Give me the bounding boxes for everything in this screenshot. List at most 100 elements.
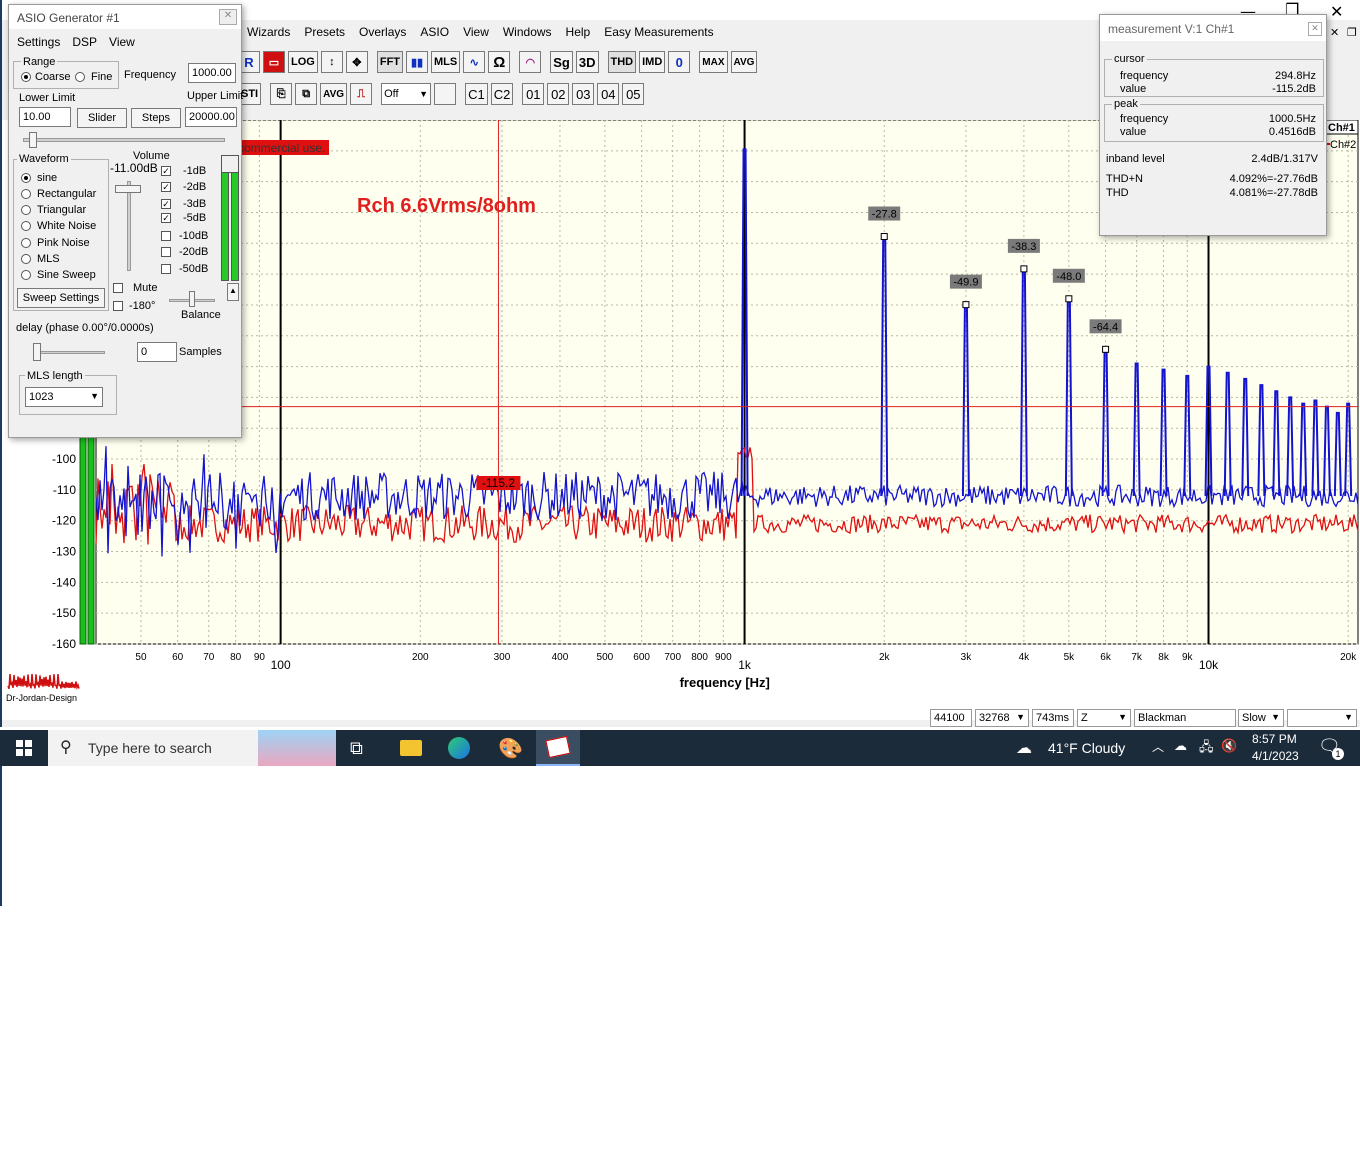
- waveform-pink-noise-radio[interactable]: [21, 238, 31, 248]
- clock-time[interactable]: 8:57 PM: [1252, 732, 1297, 746]
- atten-1db-checkbox[interactable]: ✓: [161, 166, 171, 176]
- status-window[interactable]: Blackman: [1134, 709, 1236, 727]
- tb-vzoom-button[interactable]: ↕: [320, 51, 343, 73]
- waveform-rectangular-radio[interactable]: [21, 189, 31, 199]
- slider-button[interactable]: Slider: [77, 108, 127, 128]
- tb-spectrum-button[interactable]: ▮▮: [406, 51, 429, 73]
- atten-2db-checkbox[interactable]: ✓: [161, 182, 171, 192]
- tb-mls-button[interactable]: MLS: [431, 51, 461, 73]
- tb-wave-button[interactable]: ∿: [463, 51, 486, 73]
- child-maximize-icon[interactable]: ❐: [1347, 26, 1357, 39]
- tb-pulse-button[interactable]: ⎍: [350, 83, 373, 105]
- status-extra[interactable]: ▼: [1287, 709, 1357, 727]
- menu-presets[interactable]: Presets: [297, 22, 352, 42]
- atten-20db-checkbox[interactable]: [161, 247, 171, 257]
- sweep-settings-button[interactable]: Sweep Settings: [17, 288, 105, 308]
- frequency-input[interactable]: 1000.00: [188, 63, 236, 83]
- status-speed[interactable]: Slow ▼: [1238, 709, 1284, 727]
- edge-browser-icon[interactable]: [448, 737, 470, 759]
- delay-slider-track[interactable]: [33, 351, 105, 354]
- tb-imd-button[interactable]: IMD: [639, 51, 666, 73]
- delay-slider-thumb[interactable]: [33, 343, 41, 361]
- chevron-up-icon[interactable]: ︿: [1152, 738, 1164, 755]
- tb-impedance-button[interactable]: Ω: [488, 51, 511, 73]
- paint-icon[interactable]: 🎨: [498, 736, 523, 761]
- balance-slider-thumb[interactable]: [189, 291, 195, 307]
- tb-max-button[interactable]: MAX: [699, 51, 728, 73]
- scroll-up-icon[interactable]: ▲: [227, 283, 239, 301]
- mls-length-select[interactable]: 1023 ▼: [25, 387, 103, 407]
- weather-text[interactable]: 41°F Cloudy: [1048, 740, 1125, 756]
- tb-print-button[interactable]: ⎘: [270, 83, 293, 105]
- tb-04-button[interactable]: 04: [597, 83, 620, 105]
- volume-slider-track[interactable]: [127, 181, 131, 271]
- atten-50db-checkbox[interactable]: [161, 264, 171, 274]
- gen-menu-view[interactable]: View: [109, 35, 135, 49]
- waveform-triangular-radio[interactable]: [21, 205, 31, 215]
- tb-log-button[interactable]: LOG: [288, 51, 318, 73]
- lower-limit-input[interactable]: 10.00: [19, 107, 71, 127]
- tb-05-button[interactable]: 05: [622, 83, 645, 105]
- menu-easy-measurements[interactable]: Easy Measurements: [597, 22, 720, 42]
- invert-checkbox[interactable]: [113, 301, 123, 311]
- network-icon[interactable]: 🖧: [1199, 738, 1214, 760]
- generator-close-icon[interactable]: ✕: [219, 9, 237, 25]
- atten-10db-checkbox[interactable]: [161, 231, 171, 241]
- tb-02-button[interactable]: 02: [547, 83, 570, 105]
- menu-help[interactable]: Help: [559, 22, 598, 42]
- task-view-icon[interactable]: ⧉: [350, 738, 363, 759]
- onedrive-icon[interactable]: ☁: [1174, 738, 1187, 754]
- menu-windows[interactable]: Windows: [496, 22, 559, 42]
- atten-3db-checkbox[interactable]: ✓: [161, 199, 171, 209]
- measurement-close-icon[interactable]: ✕: [1308, 22, 1322, 36]
- taskbar-search[interactable]: ⚲ Type here to search: [48, 730, 336, 766]
- menu-wizards[interactable]: Wizards: [240, 22, 297, 42]
- tb-copy-button[interactable]: ⧉: [295, 83, 318, 105]
- gen-menu-dsp[interactable]: DSP: [72, 35, 97, 49]
- tb-fft-button[interactable]: FFT: [376, 51, 404, 73]
- coarse-radio[interactable]: [21, 72, 31, 82]
- menu-overlays[interactable]: Overlays: [352, 22, 413, 42]
- tb-move-button[interactable]: ✥: [345, 51, 368, 73]
- tb-01-button[interactable]: 01: [522, 83, 545, 105]
- waveform-white-noise-radio[interactable]: [21, 221, 31, 231]
- gen-menu-settings[interactable]: Settings: [17, 35, 60, 49]
- status-samplerate[interactable]: 44100: [930, 709, 972, 727]
- fine-radio[interactable]: [75, 72, 85, 82]
- waveform-mls-radio[interactable]: [21, 254, 31, 264]
- frequency-slider-track[interactable]: [23, 138, 225, 142]
- upper-limit-input[interactable]: 20000.00: [185, 107, 237, 127]
- tb-thd-button[interactable]: THD: [607, 51, 637, 73]
- tb-3d-button[interactable]: 3D: [575, 51, 599, 73]
- status-zoom[interactable]: Z ▼: [1077, 709, 1131, 727]
- tb-c2-button[interactable]: C2: [490, 83, 514, 105]
- tb-curve-button[interactable]: ◠: [519, 51, 542, 73]
- mute-checkbox[interactable]: [113, 283, 123, 293]
- file-explorer-icon[interactable]: [400, 740, 422, 756]
- frequency-slider-thumb[interactable]: [29, 132, 37, 148]
- rew-app-button[interactable]: [536, 730, 580, 766]
- waveform-sine-sweep-radio[interactable]: [21, 270, 31, 280]
- tb-tape-button[interactable]: ▭: [263, 51, 285, 73]
- tb-avg-button[interactable]: AVG: [730, 51, 758, 73]
- tb-sg-button[interactable]: Sg: [550, 51, 573, 73]
- tb-blank-button[interactable]: [434, 83, 457, 105]
- volume-muted-icon[interactable]: 🔇: [1221, 738, 1237, 754]
- menu-view[interactable]: View: [456, 22, 496, 42]
- menu-asio[interactable]: ASIO: [413, 22, 456, 42]
- tb-c1-button[interactable]: C1: [465, 83, 488, 105]
- tb-03-button[interactable]: 03: [572, 83, 595, 105]
- clock-date[interactable]: 4/1/2023: [1252, 749, 1299, 763]
- child-close-icon[interactable]: ✕: [1330, 26, 1339, 39]
- tb-off-select[interactable]: Off ▼: [381, 83, 432, 105]
- tb-avg2-button[interactable]: AVG: [320, 83, 348, 105]
- status-fftsize[interactable]: 32768 ▼: [975, 709, 1029, 727]
- steps-button[interactable]: Steps: [131, 108, 181, 128]
- volume-slider-thumb[interactable]: [115, 185, 141, 193]
- waveform-sine-radio[interactable]: [21, 173, 31, 183]
- atten-5db-checkbox[interactable]: ✓: [161, 213, 171, 223]
- close-icon[interactable]: ✕: [1330, 2, 1343, 21]
- samples-input[interactable]: 0: [137, 342, 177, 362]
- tb-zero-button[interactable]: 0: [668, 51, 691, 73]
- windows-start-icon[interactable]: [16, 740, 32, 756]
